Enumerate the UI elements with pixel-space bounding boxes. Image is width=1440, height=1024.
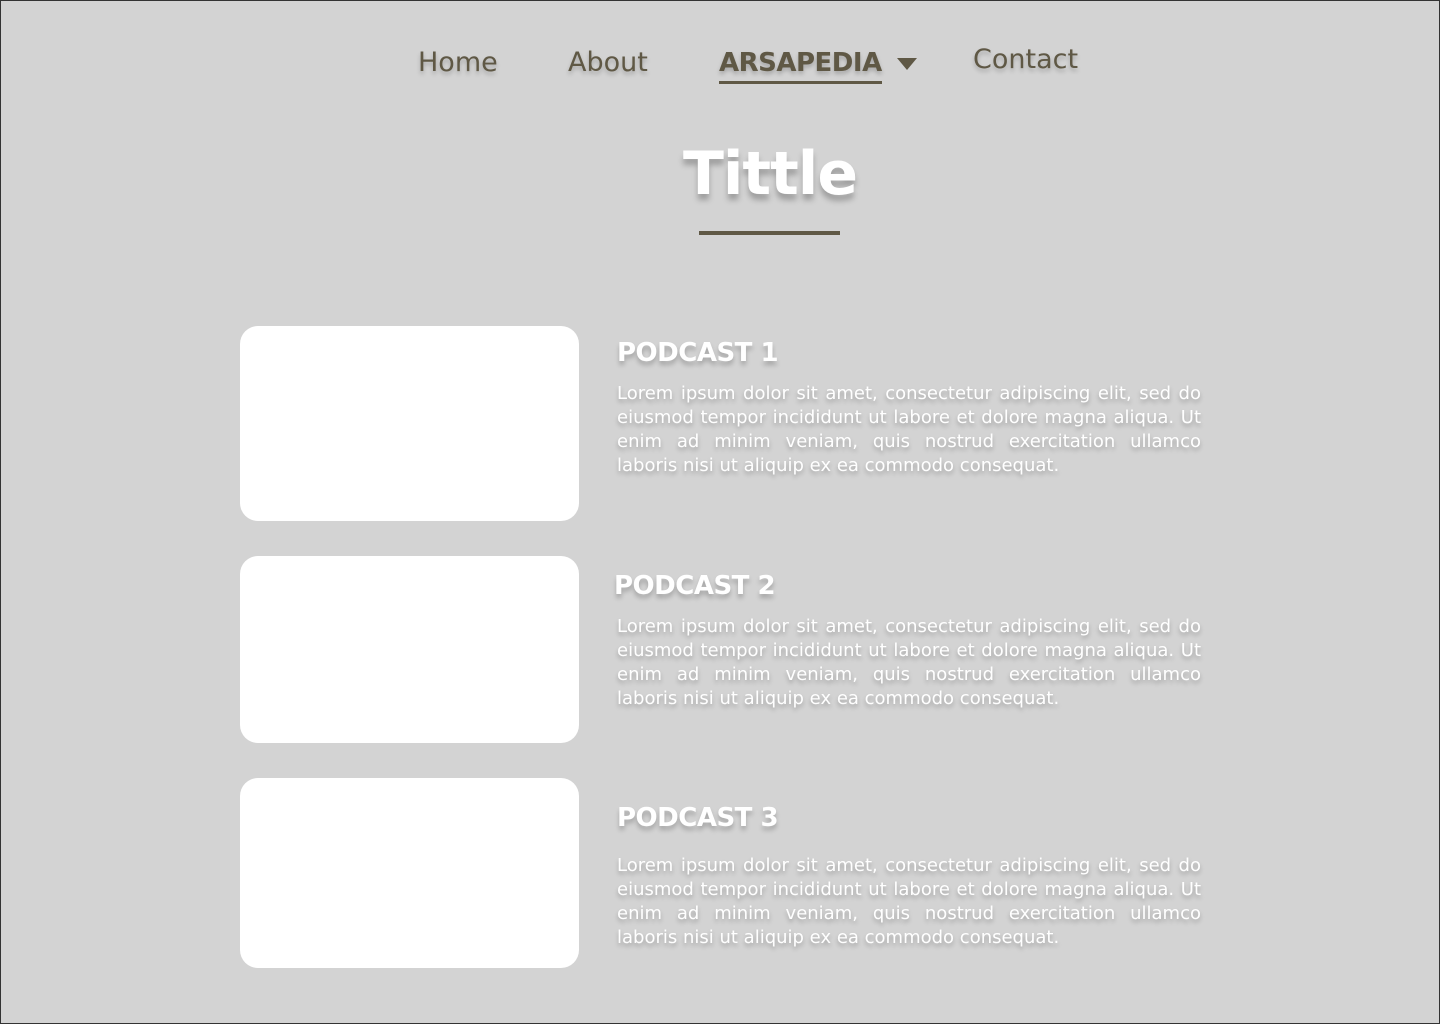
podcast-3-description: Lorem ipsum dolor sit amet, consectetur … [617,855,1201,948]
nav-contact-link[interactable]: Contact [973,44,1078,75]
podcast-3-thumbnail[interactable] [240,778,579,968]
podcast-2-description: Lorem ipsum dolor sit amet, consectetur … [617,616,1201,709]
podcast-1-title[interactable]: PODCAST 1 [617,338,779,368]
caret-down-icon[interactable] [897,58,917,70]
nav-home-link[interactable]: Home [418,47,498,78]
nav-arsapedia-label: ARSAPEDIA [719,46,882,84]
title-underline [699,231,840,235]
nav-about-link[interactable]: About [568,47,648,78]
nav-arsapedia-link[interactable]: ARSAPEDIA [719,46,882,84]
podcast-1-thumbnail[interactable] [240,326,579,521]
podcast-2-thumbnail[interactable] [240,556,579,743]
podcast-3-title[interactable]: PODCAST 3 [617,803,779,833]
top-nav: Home About ARSAPEDIA Contact [1,1,1440,111]
podcast-1-description: Lorem ipsum dolor sit amet, consectetur … [617,383,1201,476]
podcast-2-title[interactable]: PODCAST 2 [614,571,776,601]
page-title: Tittle [682,139,858,209]
page-title-area: Tittle [1,139,1440,219]
